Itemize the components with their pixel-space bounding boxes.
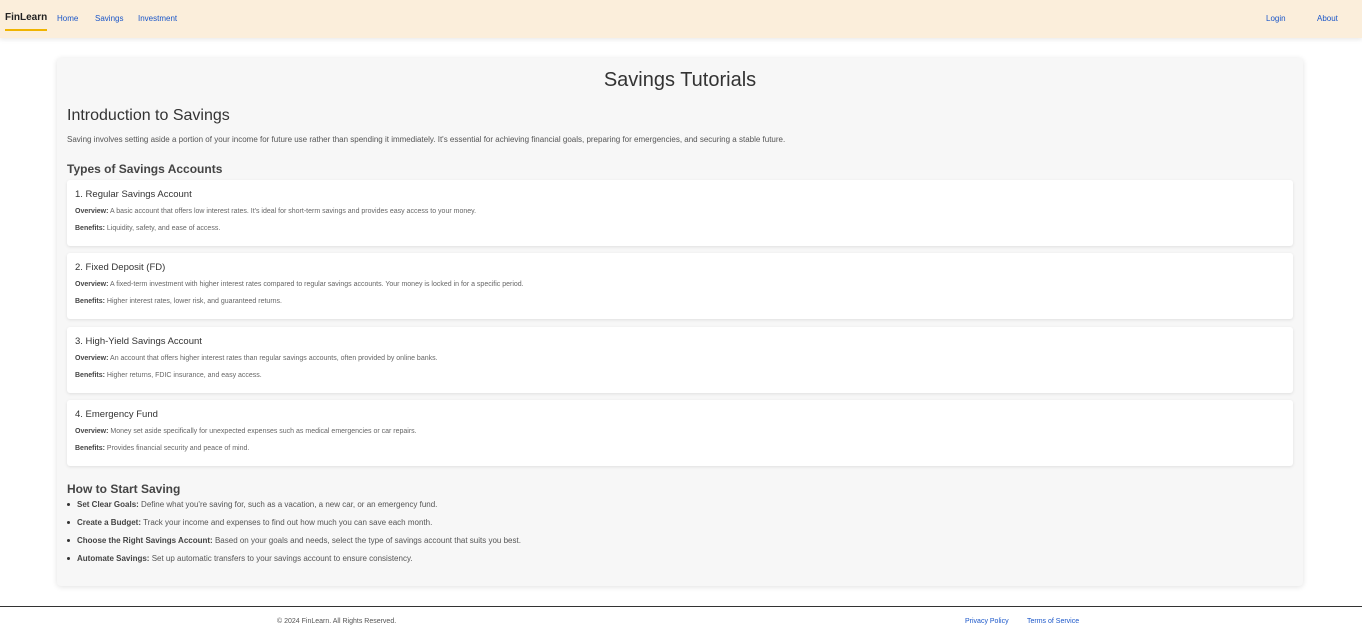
- account-card-fixed-deposit: 2. Fixed Deposit (FD) Overview: A fixed-…: [67, 253, 1293, 319]
- step-text: Define what you're saving for, such as a…: [141, 500, 438, 509]
- benefits-label: Benefits:: [75, 372, 105, 379]
- top-navbar: FinLearn Home Savings Investment Login A…: [0, 0, 1362, 38]
- tutorial-container: Savings Tutorials Introduction to Saving…: [57, 58, 1303, 586]
- overview-text: An account that offers higher interest r…: [110, 355, 438, 362]
- step-label: Create a Budget:: [77, 518, 142, 527]
- benefits-label: Benefits:: [75, 445, 105, 452]
- nav-link-home[interactable]: Home: [57, 14, 78, 24]
- start-saving-heading: How to Start Saving: [67, 482, 181, 496]
- intro-heading: Introduction to Savings: [67, 107, 230, 124]
- account-overview: Overview: A basic account that offers lo…: [75, 207, 476, 216]
- privacy-policy-link[interactable]: Privacy Policy: [965, 617, 1009, 626]
- overview-label: Overview:: [75, 428, 109, 435]
- benefits-text: Liquidity, safety, and ease of access.: [106, 225, 221, 232]
- list-item: Choose the Right Savings Account: Based …: [67, 536, 1287, 554]
- bullet-icon: [67, 539, 70, 542]
- footer-copyright: © 2024 FinLearn. All Rights Reserved.: [277, 618, 397, 625]
- types-heading: Types of Savings Accounts: [67, 162, 223, 176]
- account-benefits: Benefits: Provides financial security an…: [75, 444, 249, 453]
- benefits-text: Higher interest rates, lower risk, and g…: [106, 298, 282, 305]
- brand-logo-link[interactable]: FinLearn: [5, 12, 48, 31]
- account-card-high-yield: 3. High-Yield Savings Account Overview: …: [67, 327, 1293, 393]
- nav-link-about[interactable]: About: [1317, 14, 1338, 24]
- account-benefits: Benefits: Liquidity, safety, and ease of…: [75, 224, 220, 233]
- saving-steps-list: Set Clear Goals: Define what you're savi…: [67, 500, 1287, 572]
- page-title: Savings Tutorials: [603, 69, 757, 91]
- account-card-title: 2. Fixed Deposit (FD): [75, 262, 166, 273]
- terms-of-service-link[interactable]: Terms of Service: [1027, 617, 1079, 626]
- account-benefits: Benefits: Higher interest rates, lower r…: [75, 297, 282, 306]
- benefits-text: Provides financial security and peace of…: [106, 445, 250, 452]
- nav-link-savings[interactable]: Savings: [95, 14, 123, 24]
- nav-link-investment[interactable]: Investment: [138, 14, 177, 24]
- bullet-icon: [67, 521, 70, 524]
- list-item: Automate Savings: Set up automatic trans…: [67, 554, 1287, 572]
- step-label: Choose the Right Savings Account:: [77, 536, 213, 545]
- account-card-emergency-fund: 4. Emergency Fund Overview: Money set as…: [67, 400, 1293, 466]
- account-card-title: 4. Emergency Fund: [75, 409, 158, 420]
- step-text: Set up automatic transfers to your savin…: [151, 554, 413, 563]
- overview-label: Overview:: [75, 208, 109, 215]
- list-item: Set Clear Goals: Define what you're savi…: [67, 500, 1287, 518]
- overview-label: Overview:: [75, 355, 109, 362]
- intro-paragraph: Saving involves setting aside a portion …: [67, 135, 786, 144]
- footer-divider: [0, 606, 1362, 607]
- step-text: Based on your goals and needs, select th…: [214, 536, 521, 545]
- account-card-regular: 1. Regular Savings Account Overview: A b…: [67, 180, 1293, 246]
- step-text: Track your income and expenses to find o…: [143, 518, 433, 527]
- overview-text: Money set aside specifically for unexpec…: [110, 428, 417, 435]
- step-label: Set Clear Goals:: [77, 500, 139, 509]
- account-overview: Overview: Money set aside specifically f…: [75, 427, 417, 436]
- account-card-title: 1. Regular Savings Account: [75, 189, 192, 200]
- account-overview: Overview: An account that offers higher …: [75, 354, 438, 363]
- benefits-label: Benefits:: [75, 225, 105, 232]
- account-benefits: Benefits: Higher returns, FDIC insurance…: [75, 371, 262, 380]
- benefits-text: Higher returns, FDIC insurance, and easy…: [106, 372, 262, 379]
- overview-label: Overview:: [75, 281, 109, 288]
- nav-link-login[interactable]: Login: [1266, 14, 1286, 24]
- bullet-icon: [67, 503, 70, 506]
- benefits-label: Benefits:: [75, 298, 105, 305]
- bullet-icon: [67, 557, 70, 560]
- account-overview: Overview: A fixed-term investment with h…: [75, 280, 524, 289]
- overview-text: A fixed-term investment with higher inte…: [110, 281, 524, 288]
- overview-text: A basic account that offers low interest…: [110, 208, 477, 215]
- account-card-title: 3. High-Yield Savings Account: [75, 336, 202, 347]
- list-item: Create a Budget: Track your income and e…: [67, 518, 1287, 536]
- step-label: Automate Savings:: [77, 554, 150, 563]
